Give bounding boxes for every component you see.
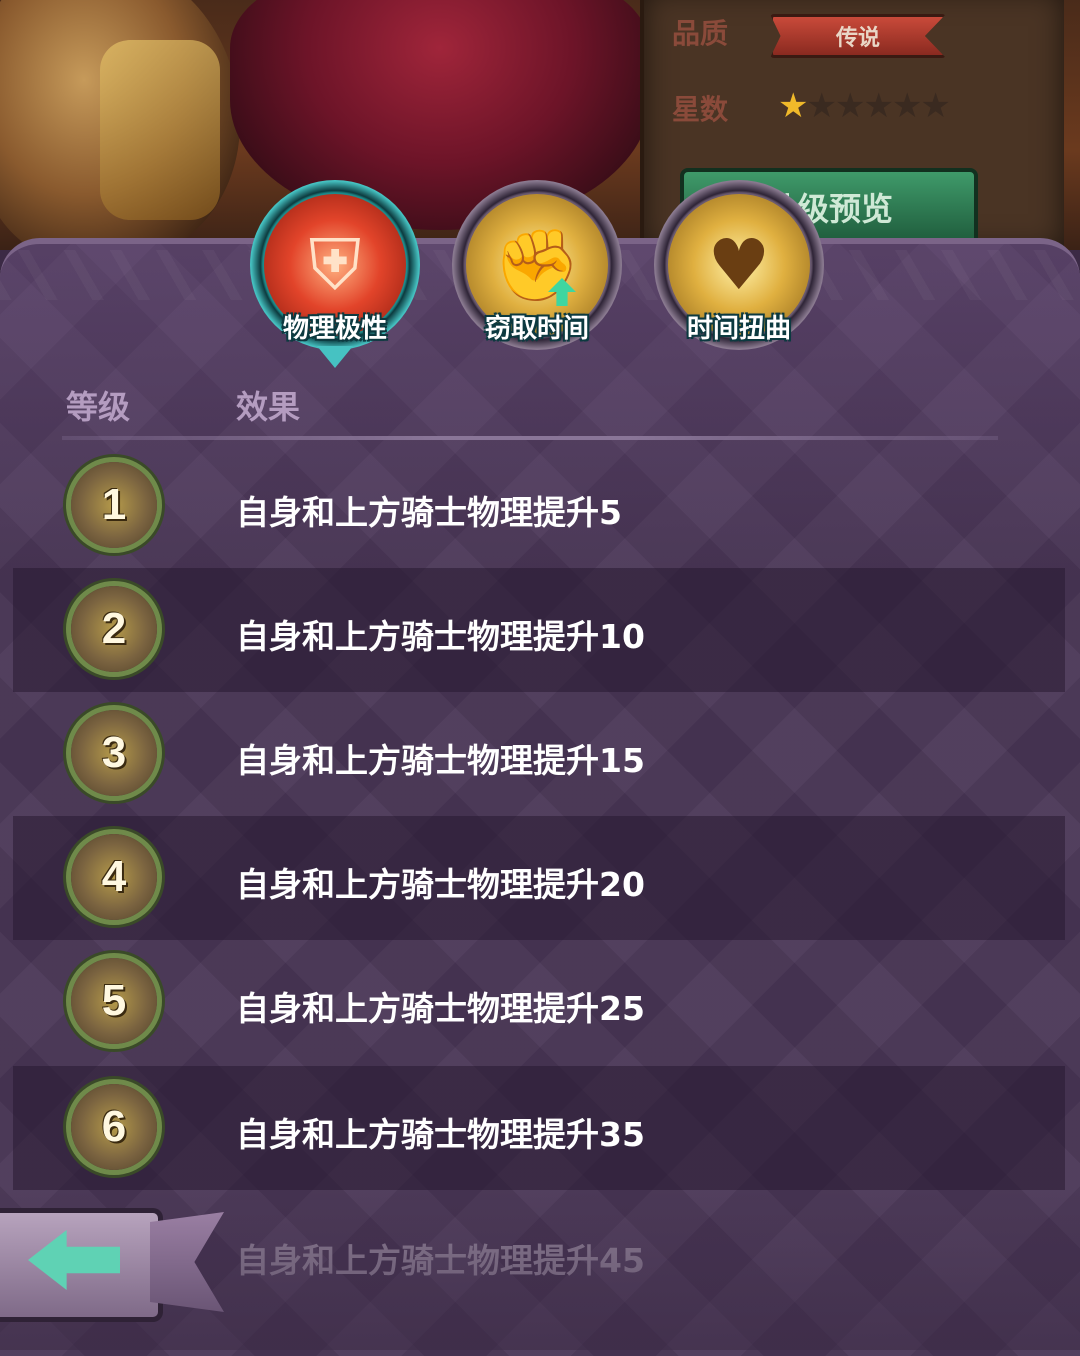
table-row: 3 自身和上方骑士物理提升15: [13, 692, 1065, 816]
tab-label: 物理极性: [282, 314, 387, 344]
back-button-ribbon: [150, 1212, 224, 1312]
active-tab-pointer: [317, 346, 353, 368]
effect-text: 自身和上方骑士物理提升35: [236, 1115, 645, 1154]
level-badge: 4: [71, 834, 157, 920]
back-button[interactable]: [0, 1200, 230, 1322]
table-row: 4 自身和上方骑士物理提升20: [13, 816, 1065, 940]
star-empty-icon: ★: [834, 86, 866, 126]
level-badge: 5: [71, 958, 157, 1044]
level-badge: 3: [71, 710, 157, 796]
effect-text: 自身和上方骑士物理提升10: [236, 617, 645, 656]
star-empty-icon: ★: [920, 86, 951, 126]
effect-text: 自身和上方骑士物理提升25: [236, 989, 645, 1028]
star-empty-icon: ★: [806, 86, 837, 126]
tab-label: 窃取时间: [484, 314, 589, 344]
table-row: 2 自身和上方骑士物理提升10: [13, 568, 1065, 692]
stars-label: 星数: [672, 93, 729, 126]
star-empty-icon: ★: [891, 86, 923, 126]
effect-text: 自身和上方骑士物理提升5: [236, 493, 622, 532]
table-row: 1 自身和上方骑士物理提升5: [13, 444, 1065, 568]
column-header-level: 等级: [66, 388, 131, 426]
header-divider: [62, 436, 998, 440]
effect-text: 自身和上方骑士物理提升15: [236, 741, 645, 780]
heart-icon: ♥: [707, 224, 771, 306]
tab-label: 时间扭曲: [686, 314, 791, 344]
quality-label: 品质: [672, 17, 729, 50]
level-badge: 1: [71, 462, 157, 548]
tab-physical-polarity[interactable]: ⛨ 物理极性: [250, 180, 420, 350]
table-row: 5 自身和上方骑士物理提升25: [13, 940, 1065, 1064]
star-rating: ★★★★★★: [778, 86, 951, 126]
star-empty-icon: ★: [863, 86, 894, 126]
tab-time-warp[interactable]: ♥ 时间扭曲: [654, 180, 824, 350]
column-header-effect: 效果: [236, 388, 301, 426]
effect-text: 自身和上方骑士物理提升45: [236, 1241, 645, 1280]
shield-slash-icon: ⛨: [308, 224, 362, 306]
star-filled-icon: ★: [778, 86, 809, 126]
tab-steal-time[interactable]: ✊ 窃取时间: [452, 180, 622, 350]
level-badge: 6: [71, 1084, 157, 1170]
quality-badge: 传说: [770, 14, 946, 58]
table-row: 6 自身和上方骑士物理提升35: [13, 1066, 1065, 1190]
effect-text: 自身和上方骑士物理提升20: [236, 865, 645, 904]
hero-art-armor: [100, 40, 220, 220]
level-badge: 2: [71, 586, 157, 672]
